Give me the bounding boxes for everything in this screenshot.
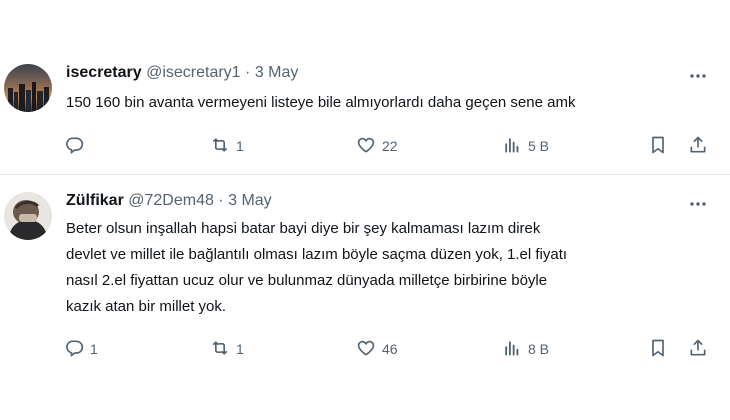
separator-dot: · [218,192,224,209]
share-icon [688,135,708,158]
views-count: 5 B [528,138,550,154]
tweet-text-line: devlet ve millet ile bağlantılı olması l… [66,246,568,263]
share-button[interactable] [688,338,708,360]
views-icon [502,135,522,158]
tweet-divider [0,174,730,175]
retweet-count: 1 [236,138,244,154]
reply-icon [64,135,84,158]
user-handle[interactable]: @72Dem48 [128,192,214,209]
views-button[interactable]: 8 B [502,338,549,360]
separator-dot: · [245,64,251,81]
tweet-header: Zülfikar @72Dem48 · 3 May [66,192,272,210]
retweet-button[interactable]: 1 [210,338,244,360]
like-count: 46 [382,341,398,357]
tweet-header: isecretary @isecretary1 · 3 May [66,64,298,82]
retweet-button[interactable]: 1 [210,135,244,157]
tweet-text-line: Beter olsun inşallah hapsi batar bayi di… [66,220,541,237]
more-icon[interactable] [688,66,708,86]
reply-icon [64,338,84,361]
avatar[interactable] [4,192,52,240]
display-name[interactable]: isecretary [66,64,142,81]
heart-icon [356,135,376,158]
heart-icon [356,338,376,361]
reply-button[interactable]: 1 [64,338,98,360]
bookmark-button[interactable] [648,135,668,157]
bookmark-icon [648,338,668,361]
tweet-actions: 1 1 46 8 B [64,338,718,360]
bookmark-button[interactable] [648,338,668,360]
views-icon [502,338,522,361]
like-button[interactable]: 46 [356,338,398,360]
avatar[interactable] [4,64,52,112]
share-icon [688,338,708,361]
reply-count: 1 [90,341,98,357]
tweet-text: Beter olsun inşallah hapsi batar bayi di… [66,216,716,320]
views-button[interactable]: 5 B [502,135,549,157]
tweet-date[interactable]: 3 May [228,192,272,209]
retweet-icon [210,135,230,158]
views-count: 8 B [528,341,550,357]
tweet-text: 150 160 bin avanta vermeyeni listeye bil… [66,94,576,111]
share-button[interactable] [688,135,708,157]
tweet-text-line: kazık atan bir millet yok. [66,298,227,315]
tweet-text-line: nasıl 2.el fiyattan ucuz olur ve bulunma… [66,272,548,289]
tweet-date[interactable]: 3 May [255,64,299,81]
user-handle[interactable]: @isecretary1 [146,64,241,81]
like-count: 22 [382,138,398,154]
retweet-count: 1 [236,341,244,357]
tweet[interactable]: Zülfikar @72Dem48 · 3 May Beter olsun in… [0,176,730,376]
reply-button[interactable] [64,135,90,157]
tweet-actions: 1 22 5 B [64,135,718,157]
display-name[interactable]: Zülfikar [66,192,124,209]
tweet[interactable]: isecretary @isecretary1 · 3 May 150 160 … [0,44,730,174]
retweet-icon [210,338,230,361]
more-icon[interactable] [688,194,708,214]
like-button[interactable]: 22 [356,135,398,157]
bookmark-icon [648,135,668,158]
